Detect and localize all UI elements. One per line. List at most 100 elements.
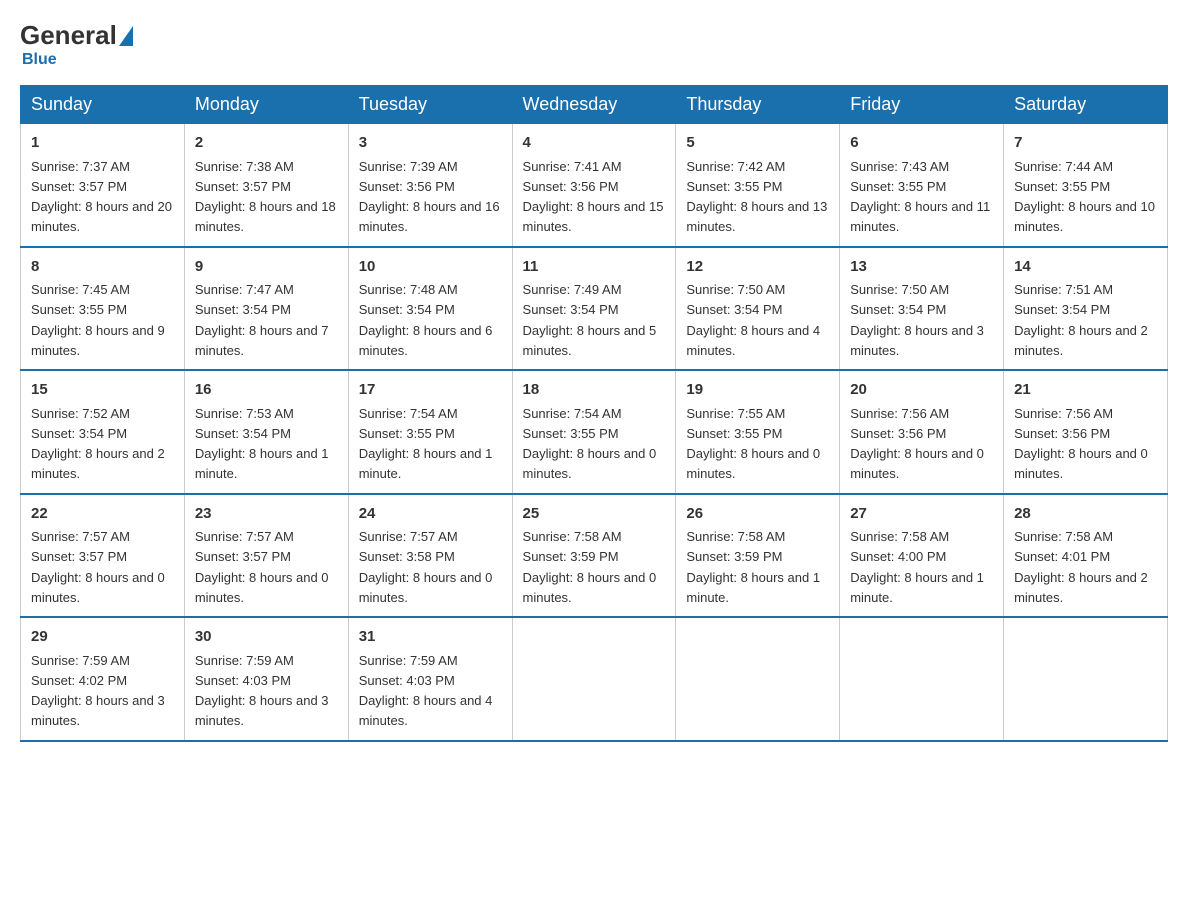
day-sunset: Sunset: 3:57 PM bbox=[195, 549, 291, 564]
day-daylight: Daylight: 8 hours and 1 minute. bbox=[686, 570, 820, 605]
day-sunset: Sunset: 3:54 PM bbox=[195, 426, 291, 441]
day-sunset: Sunset: 3:57 PM bbox=[31, 179, 127, 194]
day-number: 27 bbox=[850, 503, 993, 526]
day-daylight: Daylight: 8 hours and 13 minutes. bbox=[686, 199, 827, 234]
day-daylight: Daylight: 8 hours and 2 minutes. bbox=[1014, 323, 1148, 358]
calendar-week-row: 8 Sunrise: 7:45 AM Sunset: 3:55 PM Dayli… bbox=[21, 247, 1168, 371]
day-sunset: Sunset: 3:55 PM bbox=[359, 426, 455, 441]
day-daylight: Daylight: 8 hours and 11 minutes. bbox=[850, 199, 990, 234]
day-number: 26 bbox=[686, 503, 829, 526]
header-thursday: Thursday bbox=[676, 86, 840, 124]
calendar-week-row: 29 Sunrise: 7:59 AM Sunset: 4:02 PM Dayl… bbox=[21, 617, 1168, 741]
day-number: 30 bbox=[195, 626, 338, 649]
calendar-cell: 3 Sunrise: 7:39 AM Sunset: 3:56 PM Dayli… bbox=[348, 124, 512, 247]
day-daylight: Daylight: 8 hours and 9 minutes. bbox=[31, 323, 165, 358]
calendar-cell: 31 Sunrise: 7:59 AM Sunset: 4:03 PM Dayl… bbox=[348, 617, 512, 741]
day-number: 9 bbox=[195, 256, 338, 279]
day-number: 16 bbox=[195, 379, 338, 402]
header-friday: Friday bbox=[840, 86, 1004, 124]
day-number: 1 bbox=[31, 132, 174, 155]
day-daylight: Daylight: 8 hours and 0 minutes. bbox=[31, 570, 165, 605]
header-monday: Monday bbox=[184, 86, 348, 124]
day-sunset: Sunset: 3:56 PM bbox=[1014, 426, 1110, 441]
day-number: 3 bbox=[359, 132, 502, 155]
logo: General Blue bbox=[20, 20, 135, 69]
day-sunrise: Sunrise: 7:43 AM bbox=[850, 159, 949, 174]
day-sunrise: Sunrise: 7:51 AM bbox=[1014, 282, 1113, 297]
day-number: 17 bbox=[359, 379, 502, 402]
day-daylight: Daylight: 8 hours and 0 minutes. bbox=[523, 570, 657, 605]
day-daylight: Daylight: 8 hours and 2 minutes. bbox=[31, 446, 165, 481]
day-sunrise: Sunrise: 7:50 AM bbox=[686, 282, 785, 297]
day-daylight: Daylight: 8 hours and 0 minutes. bbox=[686, 446, 820, 481]
day-sunrise: Sunrise: 7:38 AM bbox=[195, 159, 294, 174]
calendar-cell: 11 Sunrise: 7:49 AM Sunset: 3:54 PM Dayl… bbox=[512, 247, 676, 371]
day-daylight: Daylight: 8 hours and 16 minutes. bbox=[359, 199, 500, 234]
calendar-cell: 20 Sunrise: 7:56 AM Sunset: 3:56 PM Dayl… bbox=[840, 370, 1004, 494]
day-sunrise: Sunrise: 7:50 AM bbox=[850, 282, 949, 297]
day-sunrise: Sunrise: 7:58 AM bbox=[523, 529, 622, 544]
calendar-cell: 10 Sunrise: 7:48 AM Sunset: 3:54 PM Dayl… bbox=[348, 247, 512, 371]
day-number: 22 bbox=[31, 503, 174, 526]
day-number: 19 bbox=[686, 379, 829, 402]
day-number: 15 bbox=[31, 379, 174, 402]
day-daylight: Daylight: 8 hours and 6 minutes. bbox=[359, 323, 493, 358]
day-sunrise: Sunrise: 7:48 AM bbox=[359, 282, 458, 297]
day-sunrise: Sunrise: 7:37 AM bbox=[31, 159, 130, 174]
day-sunset: Sunset: 3:57 PM bbox=[31, 549, 127, 564]
calendar-cell: 29 Sunrise: 7:59 AM Sunset: 4:02 PM Dayl… bbox=[21, 617, 185, 741]
calendar-cell: 16 Sunrise: 7:53 AM Sunset: 3:54 PM Dayl… bbox=[184, 370, 348, 494]
logo-triangle-icon bbox=[119, 26, 133, 46]
day-daylight: Daylight: 8 hours and 0 minutes. bbox=[850, 446, 984, 481]
day-number: 5 bbox=[686, 132, 829, 155]
day-sunset: Sunset: 4:03 PM bbox=[359, 673, 455, 688]
day-sunrise: Sunrise: 7:59 AM bbox=[31, 653, 130, 668]
day-sunset: Sunset: 3:54 PM bbox=[195, 302, 291, 317]
day-number: 25 bbox=[523, 503, 666, 526]
day-sunset: Sunset: 3:58 PM bbox=[359, 549, 455, 564]
day-daylight: Daylight: 8 hours and 15 minutes. bbox=[523, 199, 664, 234]
day-number: 13 bbox=[850, 256, 993, 279]
calendar-cell: 30 Sunrise: 7:59 AM Sunset: 4:03 PM Dayl… bbox=[184, 617, 348, 741]
day-sunset: Sunset: 3:55 PM bbox=[1014, 179, 1110, 194]
calendar-week-row: 1 Sunrise: 7:37 AM Sunset: 3:57 PM Dayli… bbox=[21, 124, 1168, 247]
day-daylight: Daylight: 8 hours and 0 minutes. bbox=[1014, 446, 1148, 481]
day-sunset: Sunset: 4:00 PM bbox=[850, 549, 946, 564]
day-sunset: Sunset: 4:01 PM bbox=[1014, 549, 1110, 564]
logo-blue-text: Blue bbox=[22, 51, 57, 69]
calendar-cell: 4 Sunrise: 7:41 AM Sunset: 3:56 PM Dayli… bbox=[512, 124, 676, 247]
calendar-cell: 1 Sunrise: 7:37 AM Sunset: 3:57 PM Dayli… bbox=[21, 124, 185, 247]
day-daylight: Daylight: 8 hours and 1 minute. bbox=[195, 446, 329, 481]
day-sunrise: Sunrise: 7:49 AM bbox=[523, 282, 622, 297]
calendar-cell: 25 Sunrise: 7:58 AM Sunset: 3:59 PM Dayl… bbox=[512, 494, 676, 618]
day-number: 28 bbox=[1014, 503, 1157, 526]
day-sunrise: Sunrise: 7:54 AM bbox=[523, 406, 622, 421]
day-sunset: Sunset: 3:56 PM bbox=[850, 426, 946, 441]
calendar-header-row: SundayMondayTuesdayWednesdayThursdayFrid… bbox=[21, 86, 1168, 124]
calendar-cell: 27 Sunrise: 7:58 AM Sunset: 4:00 PM Dayl… bbox=[840, 494, 1004, 618]
calendar-cell: 23 Sunrise: 7:57 AM Sunset: 3:57 PM Dayl… bbox=[184, 494, 348, 618]
day-number: 21 bbox=[1014, 379, 1157, 402]
day-sunrise: Sunrise: 7:57 AM bbox=[31, 529, 130, 544]
day-sunset: Sunset: 3:54 PM bbox=[1014, 302, 1110, 317]
day-sunrise: Sunrise: 7:57 AM bbox=[359, 529, 458, 544]
day-sunrise: Sunrise: 7:53 AM bbox=[195, 406, 294, 421]
day-daylight: Daylight: 8 hours and 5 minutes. bbox=[523, 323, 657, 358]
calendar-cell: 19 Sunrise: 7:55 AM Sunset: 3:55 PM Dayl… bbox=[676, 370, 840, 494]
calendar-week-row: 22 Sunrise: 7:57 AM Sunset: 3:57 PM Dayl… bbox=[21, 494, 1168, 618]
day-sunset: Sunset: 3:55 PM bbox=[523, 426, 619, 441]
day-number: 14 bbox=[1014, 256, 1157, 279]
day-sunset: Sunset: 3:54 PM bbox=[31, 426, 127, 441]
day-sunset: Sunset: 3:59 PM bbox=[523, 549, 619, 564]
day-sunrise: Sunrise: 7:45 AM bbox=[31, 282, 130, 297]
day-number: 29 bbox=[31, 626, 174, 649]
calendar-cell: 7 Sunrise: 7:44 AM Sunset: 3:55 PM Dayli… bbox=[1004, 124, 1168, 247]
day-sunrise: Sunrise: 7:52 AM bbox=[31, 406, 130, 421]
calendar-cell: 22 Sunrise: 7:57 AM Sunset: 3:57 PM Dayl… bbox=[21, 494, 185, 618]
calendar-cell bbox=[676, 617, 840, 741]
day-daylight: Daylight: 8 hours and 3 minutes. bbox=[850, 323, 984, 358]
day-sunset: Sunset: 3:54 PM bbox=[359, 302, 455, 317]
day-daylight: Daylight: 8 hours and 10 minutes. bbox=[1014, 199, 1155, 234]
day-daylight: Daylight: 8 hours and 1 minute. bbox=[359, 446, 493, 481]
day-daylight: Daylight: 8 hours and 18 minutes. bbox=[195, 199, 336, 234]
